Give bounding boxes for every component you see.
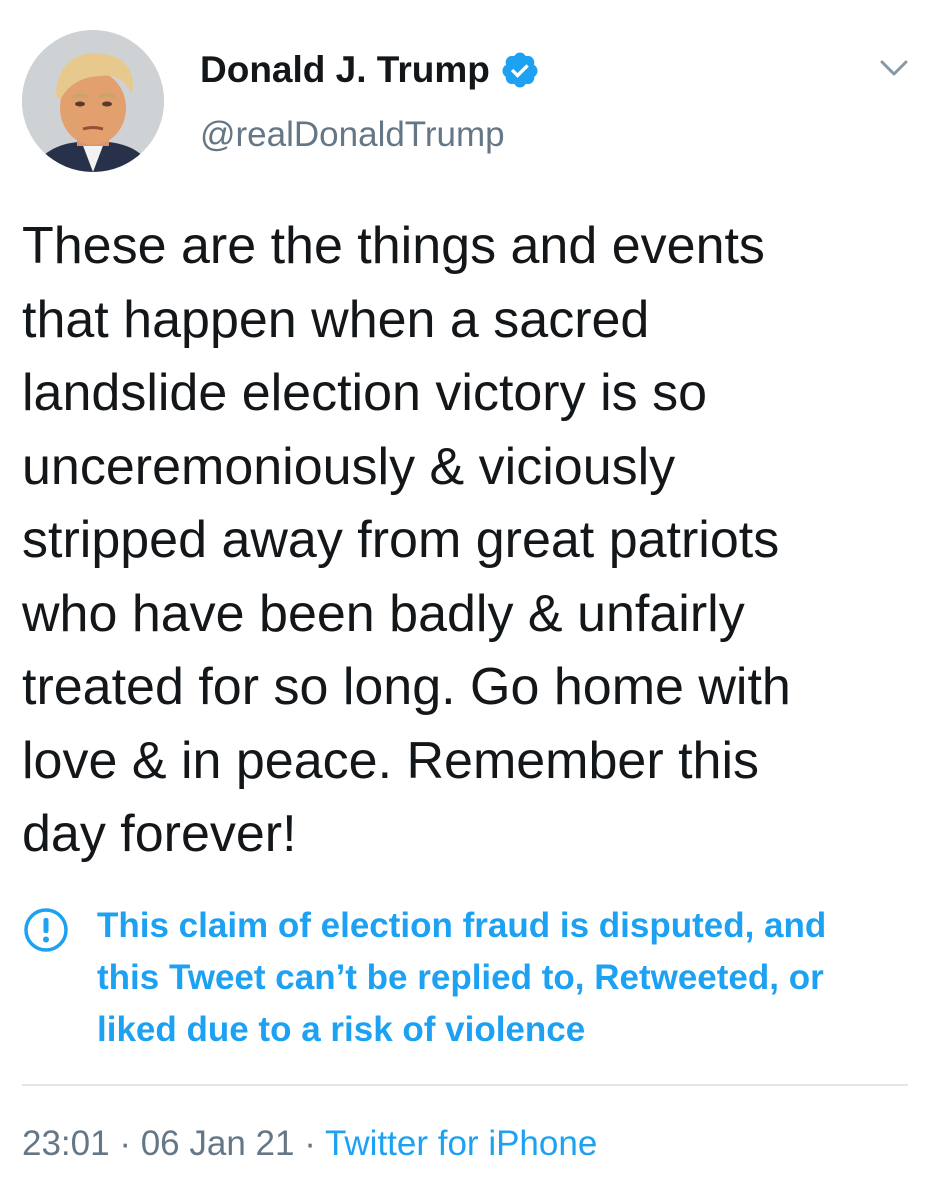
avatar-portrait [22,30,164,172]
verified-badge-icon [500,50,540,90]
tweet-text: These are the things and events that hap… [22,217,791,863]
tweet-time[interactable]: 23:01 [22,1124,110,1163]
divider [22,1084,908,1086]
tweet-meta: 23:01 · 06 Jan 21 · Twitter for iPhone [22,1120,597,1168]
chevron-down-icon[interactable] [872,50,916,86]
exclamation-circle-icon [22,906,70,954]
avatar[interactable] [22,30,164,172]
author-name-text: Donald J. Trump [200,49,490,90]
meta-separator: · [119,1124,131,1163]
author-display-name[interactable]: Donald J. Trump [200,46,540,94]
author-handle[interactable]: @realDonaldTrump [200,111,505,159]
tweet-source-link[interactable]: Twitter for iPhone [325,1124,597,1163]
meta-separator: · [304,1124,316,1163]
disputed-notice-text: This claim of election fraud is disputed… [97,906,827,1049]
tweet-card: Donald J. Trump @realDonaldTrump These a… [0,0,928,1200]
tweet-date[interactable]: 06 Jan 21 [141,1124,295,1163]
